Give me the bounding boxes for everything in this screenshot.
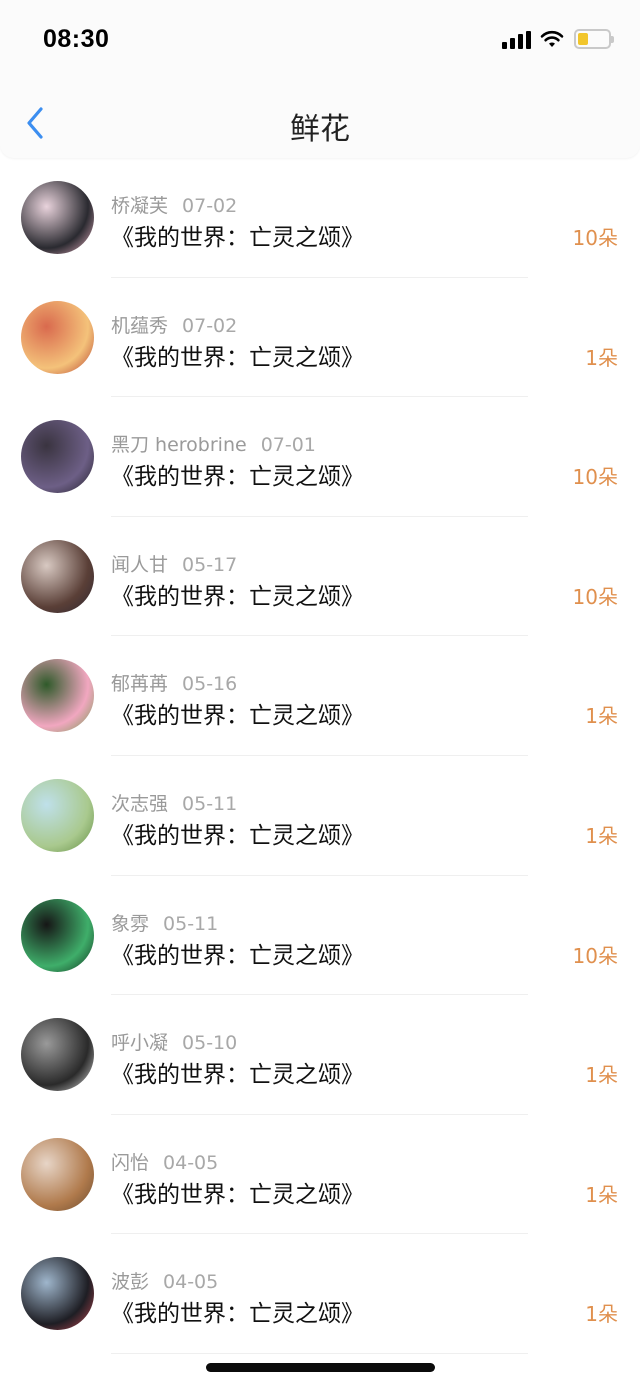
list-item-meta: 郁苒苒 05-16 bbox=[111, 669, 237, 696]
list-item[interactable]: 波彭 04-05 《我的世界：亡灵之颂》 1朵 bbox=[0, 1234, 640, 1354]
battery-level bbox=[578, 33, 588, 45]
avatar[interactable] bbox=[21, 539, 94, 613]
book-title[interactable]: 《我的世界：亡灵之颂》 bbox=[111, 457, 364, 491]
flower-count: 1朵 bbox=[585, 345, 618, 370]
status-time: 08:30 bbox=[43, 25, 110, 53]
user-name[interactable]: 机蕴秀 bbox=[111, 315, 168, 337]
user-name[interactable]: 象雰 bbox=[111, 913, 149, 935]
gift-date: 05-11 bbox=[163, 912, 219, 935]
divider bbox=[111, 1352, 528, 1354]
user-name[interactable]: 呼小凝 bbox=[111, 1032, 168, 1054]
avatar[interactable] bbox=[21, 778, 94, 852]
list-item-meta: 闪怡 04-05 bbox=[111, 1148, 218, 1175]
list-item[interactable]: 闪怡 04-05 《我的世界：亡灵之颂》 1朵 bbox=[0, 1115, 640, 1235]
book-title[interactable]: 《我的世界：亡灵之颂》 bbox=[111, 696, 364, 730]
avatar[interactable] bbox=[21, 898, 94, 972]
gift-date: 05-11 bbox=[182, 792, 238, 815]
list-item[interactable]: 郁苒苒 05-16 《我的世界：亡灵之颂》 1朵 bbox=[0, 636, 640, 756]
user-name[interactable]: 闪怡 bbox=[111, 1152, 149, 1174]
book-title[interactable]: 《我的世界：亡灵之颂》 bbox=[111, 1055, 364, 1089]
flower-count: 10朵 bbox=[572, 465, 618, 490]
gift-date: 07-01 bbox=[260, 434, 316, 457]
flower-count: 1朵 bbox=[585, 823, 618, 848]
book-title[interactable]: 《我的世界：亡灵之颂》 bbox=[111, 816, 364, 850]
gift-date: 04-05 bbox=[163, 1151, 219, 1174]
flower-count: 1朵 bbox=[585, 1063, 618, 1088]
user-name[interactable]: 黑刀 herobrine bbox=[111, 434, 247, 456]
gift-date: 07-02 bbox=[182, 314, 238, 337]
gift-date: 05-16 bbox=[182, 673, 238, 696]
list-item[interactable]: 黑刀 herobrine 07-01 《我的世界：亡灵之颂》 10朵 bbox=[0, 397, 640, 517]
book-title[interactable]: 《我的世界：亡灵之颂》 bbox=[111, 577, 364, 611]
list-item-meta: 波彭 04-05 bbox=[111, 1267, 218, 1294]
avatar[interactable] bbox=[21, 659, 94, 733]
home-indicator bbox=[206, 1363, 435, 1372]
flower-count: 10朵 bbox=[572, 584, 618, 609]
avatar[interactable] bbox=[21, 181, 94, 254]
flower-count: 10朵 bbox=[572, 226, 618, 250]
list-item-meta: 闻人甘 05-17 bbox=[111, 550, 237, 577]
flower-count: 10朵 bbox=[572, 943, 618, 968]
avatar[interactable] bbox=[21, 300, 94, 374]
flower-count: 1朵 bbox=[585, 1302, 618, 1327]
page-title: 鲜花 bbox=[290, 112, 350, 147]
list-item[interactable]: 象雰 05-11 《我的世界：亡灵之颂》 10朵 bbox=[0, 876, 640, 996]
gift-date: 07-02 bbox=[182, 195, 238, 217]
nav-header: 08:30 鲜花 bbox=[0, 0, 640, 158]
wifi-icon bbox=[540, 30, 564, 47]
flower-count: 1朵 bbox=[585, 1182, 618, 1207]
list-item[interactable]: 桥凝芙 07-02 《我的世界：亡灵之颂》 10朵 bbox=[0, 158, 640, 278]
gift-date: 04-05 bbox=[163, 1271, 219, 1294]
user-name[interactable]: 闻人甘 bbox=[111, 554, 168, 576]
avatar[interactable] bbox=[21, 1257, 94, 1331]
battery-icon bbox=[574, 29, 614, 49]
list-item[interactable]: 闻人甘 05-17 《我的世界：亡灵之颂》 10朵 bbox=[0, 517, 640, 637]
book-title[interactable]: 《我的世界：亡灵之颂》 bbox=[111, 1294, 364, 1328]
book-title[interactable]: 《我的世界：亡灵之颂》 bbox=[111, 1175, 364, 1209]
flower-count: 1朵 bbox=[585, 704, 618, 729]
list-item-meta: 黑刀 herobrine 07-01 bbox=[111, 430, 316, 457]
list-item-meta: 呼小凝 05-10 bbox=[111, 1028, 237, 1055]
avatar[interactable] bbox=[21, 1018, 94, 1092]
user-name[interactable]: 波彭 bbox=[111, 1271, 149, 1293]
list-item-meta: 次志强 05-11 bbox=[111, 789, 237, 816]
gift-date: 05-17 bbox=[182, 553, 238, 576]
avatar[interactable] bbox=[21, 1137, 94, 1211]
list-item[interactable]: 机蕴秀 07-02 《我的世界：亡灵之颂》 1朵 bbox=[0, 278, 640, 398]
gift-date: 05-10 bbox=[182, 1032, 238, 1055]
list-item-meta: 象雰 05-11 bbox=[111, 909, 218, 936]
book-title[interactable]: 《我的世界：亡灵之颂》 bbox=[111, 936, 364, 970]
book-title[interactable]: 《我的世界：亡灵之颂》 bbox=[111, 338, 364, 372]
avatar[interactable] bbox=[21, 420, 94, 494]
list-item-meta: 机蕴秀 07-02 bbox=[111, 311, 237, 338]
user-name[interactable]: 次志强 bbox=[111, 793, 168, 815]
user-name[interactable]: 郁苒苒 bbox=[111, 673, 168, 695]
list-item[interactable]: 呼小凝 05-10 《我的世界：亡灵之颂》 1朵 bbox=[0, 995, 640, 1115]
flower-list: 桥凝芙 07-02 《我的世界：亡灵之颂》 10朵 机蕴秀 07-02 《我的世界：… bbox=[0, 158, 640, 1354]
book-title[interactable]: 《我的世界：亡灵之颂》 bbox=[111, 218, 364, 252]
user-name[interactable]: 桥凝芙 bbox=[111, 195, 168, 217]
cellular-signal-icon bbox=[502, 31, 532, 49]
list-item[interactable]: 次志强 05-11 《我的世界：亡灵之颂》 1朵 bbox=[0, 756, 640, 876]
list-item-meta: 桥凝芙 07-02 bbox=[111, 191, 237, 218]
